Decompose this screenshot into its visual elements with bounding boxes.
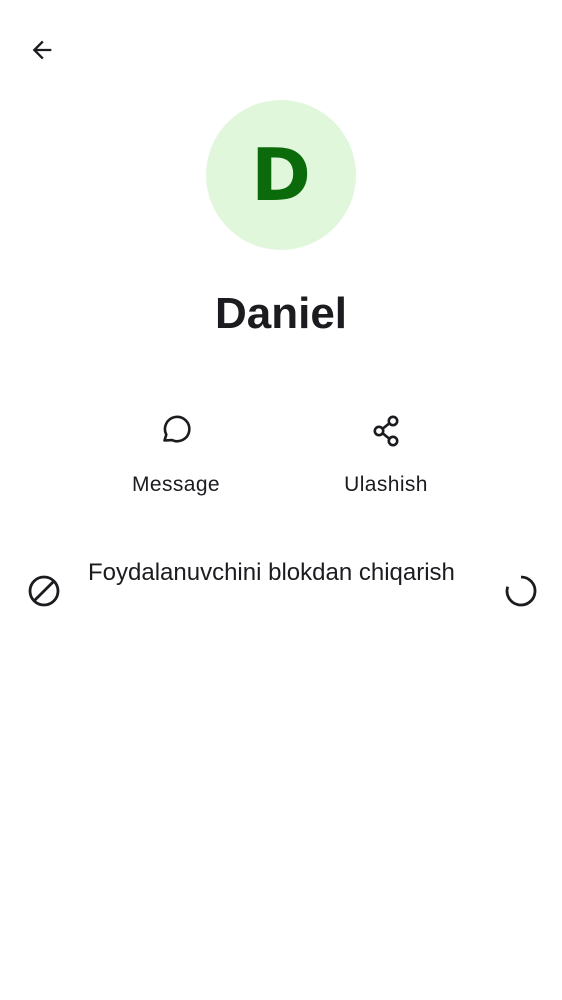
avatar-initial: D <box>251 133 311 217</box>
share-icon <box>366 411 406 451</box>
chat-bubble-icon <box>156 411 196 451</box>
action-row: Message Ulashish <box>0 400 562 510</box>
share-label: Ulashish <box>344 473 428 496</box>
message-button[interactable]: Message <box>101 400 251 510</box>
unblock-user-option[interactable]: Foydalanuvchini blokdan chiqarish <box>0 548 562 634</box>
contact-name: Daniel <box>214 289 348 338</box>
block-icon <box>24 571 64 611</box>
back-button[interactable] <box>20 28 64 72</box>
avatar: D <box>206 100 356 250</box>
loading-spinner-icon <box>501 571 541 611</box>
share-button[interactable]: Ulashish <box>311 400 461 510</box>
unblock-user-label: Foydalanuvchini blokdan chiqarish <box>88 559 455 586</box>
arrow-left-icon <box>28 36 56 64</box>
message-label: Message <box>131 473 220 496</box>
